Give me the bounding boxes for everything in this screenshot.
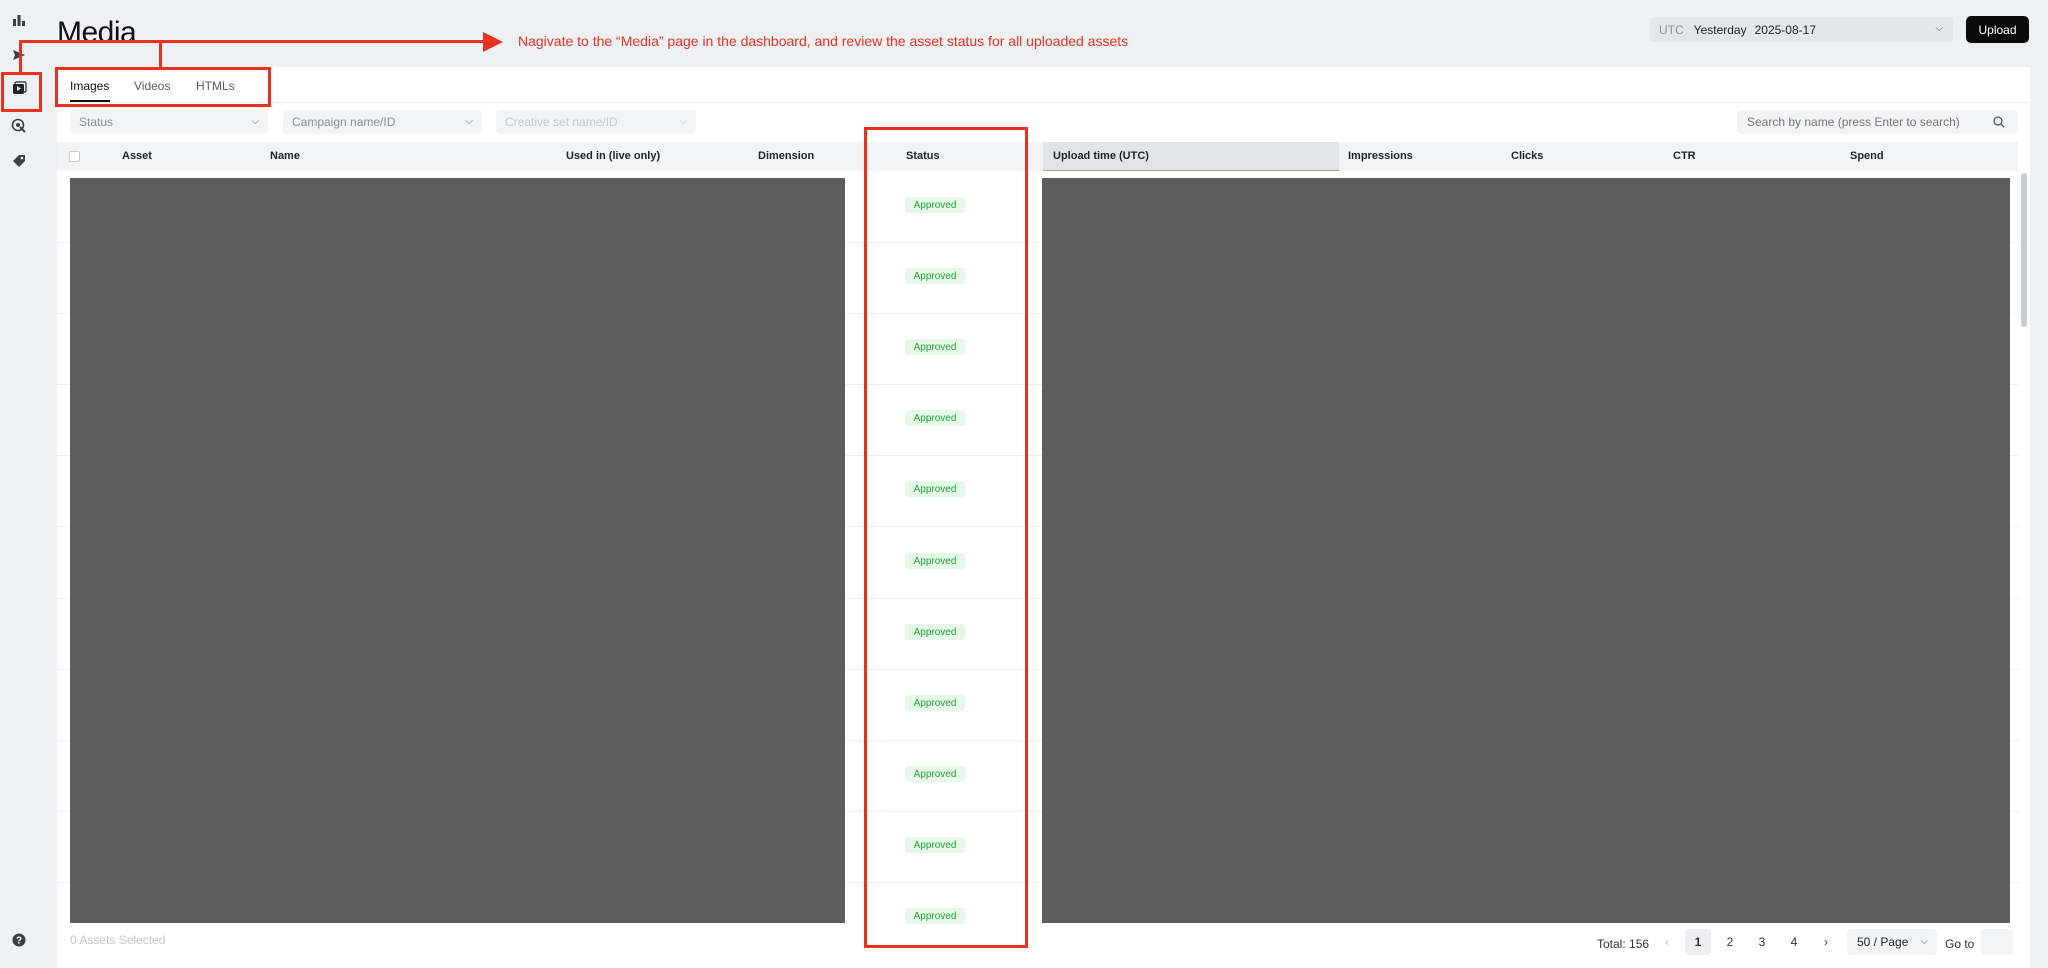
date-preset: Yesterday (1693, 22, 1747, 37)
status-badge: Approved (905, 908, 965, 924)
help-icon[interactable]: ? (9, 930, 29, 950)
page-size-select[interactable]: 50 / Page ⌵ (1847, 929, 1937, 955)
annotation-line (19, 40, 484, 43)
page-2[interactable]: 2 (1717, 929, 1743, 955)
column-spend[interactable]: Spend (1850, 142, 1884, 171)
column-status[interactable]: Status (906, 142, 940, 171)
creative-set-filter: Creative set name/ID ⌵ (496, 110, 696, 134)
page-4[interactable]: 4 (1781, 929, 1807, 955)
status-badge: Approved (905, 695, 965, 711)
status-badge: Approved (905, 339, 965, 355)
status-badge: Approved (905, 410, 965, 426)
timezone-label: UTC (1659, 22, 1684, 37)
media-icon[interactable] (9, 79, 29, 99)
goto-page-input[interactable] (1981, 929, 2013, 955)
total-count: Total: 156 (1597, 937, 1650, 951)
table-body: Approved Approved Approved Approved Appr… (57, 171, 2018, 926)
tab-htmls[interactable]: HTMLs (196, 79, 235, 93)
svg-text:?: ? (16, 936, 22, 947)
prev-page-button[interactable]: ‹ (1654, 929, 1680, 955)
annotation-text: Nagivate to the “Media” page in the dash… (518, 33, 1129, 49)
campaign-filter-label: Campaign name/ID (292, 115, 396, 129)
goto-label: Go to (1945, 937, 1975, 951)
search-icon[interactable] (1992, 115, 2006, 129)
status-filter[interactable]: Status ⌵ (70, 110, 268, 134)
annotation-arrowhead (483, 32, 503, 52)
chevron-down-icon: ⌵ (679, 116, 687, 127)
status-badge: Approved (905, 837, 965, 853)
redacted-metric-columns (1042, 178, 2010, 923)
annotation-line (159, 40, 162, 68)
status-filter-label: Status (79, 115, 114, 129)
column-clicks[interactable]: Clicks (1511, 142, 1543, 171)
status-badge: Approved (905, 766, 965, 782)
table-scrollbar[interactable] (2021, 173, 2027, 327)
status-badge: Approved (905, 481, 965, 497)
tab-videos[interactable]: Videos (134, 79, 170, 93)
redacted-asset-columns (70, 178, 845, 923)
status-badge: Approved (905, 268, 965, 284)
active-tab-indicator (70, 100, 110, 102)
status-badge: Approved (905, 624, 965, 640)
column-dimension: Dimension (758, 150, 815, 162)
column-name[interactable]: Name (270, 142, 300, 171)
page-3[interactable]: 3 (1749, 929, 1775, 955)
upload-button[interactable]: Upload (1966, 16, 2029, 43)
tab-images[interactable]: Images (70, 79, 109, 93)
select-all-checkbox[interactable] (69, 151, 80, 162)
date-value: 2025-08-17 (1754, 22, 1816, 37)
date-range-select[interactable]: UTC Yesterday 2025-08-17 ⌵ (1650, 17, 1953, 42)
table-header: Asset Name Used in (live only) Dimension… (57, 142, 2018, 171)
target-icon[interactable] (9, 116, 29, 136)
search-input[interactable] (1737, 110, 2018, 134)
creative-set-filter-label: Creative set name/ID (505, 115, 618, 129)
status-badge: Approved (905, 553, 965, 569)
chevron-down-icon: ⌵ (1935, 23, 1943, 34)
media-tabs: Images Videos HTMLs (57, 67, 2030, 103)
selected-count: 0 Assets Selected (70, 933, 166, 947)
chevron-down-icon: ⌵ (251, 116, 259, 127)
next-page-button[interactable]: › (1813, 929, 1839, 955)
column-asset: Asset (122, 150, 152, 162)
sidebar: ? (0, 0, 38, 968)
column-impressions[interactable]: Impressions (1348, 142, 1413, 171)
tag-icon[interactable] (9, 151, 29, 171)
column-upload-time[interactable]: Upload time (UTC) (1043, 142, 1339, 171)
campaign-filter[interactable]: Campaign name/ID ⌵ (283, 110, 482, 134)
chevron-down-icon: ⌵ (1920, 936, 1928, 947)
media-panel: Images Videos HTMLs Status ⌵ Campaign na… (57, 67, 2030, 968)
page-1[interactable]: 1 (1685, 929, 1711, 955)
column-ctr[interactable]: CTR (1673, 142, 1696, 171)
column-used-in: Used in (live only) (566, 150, 661, 162)
page-size-label: 50 / Page (1857, 935, 1909, 949)
chevron-down-icon: ⌵ (465, 116, 473, 127)
annotation-line (19, 40, 22, 74)
bar-chart-icon[interactable] (9, 10, 29, 30)
status-badge: Approved (905, 197, 965, 213)
